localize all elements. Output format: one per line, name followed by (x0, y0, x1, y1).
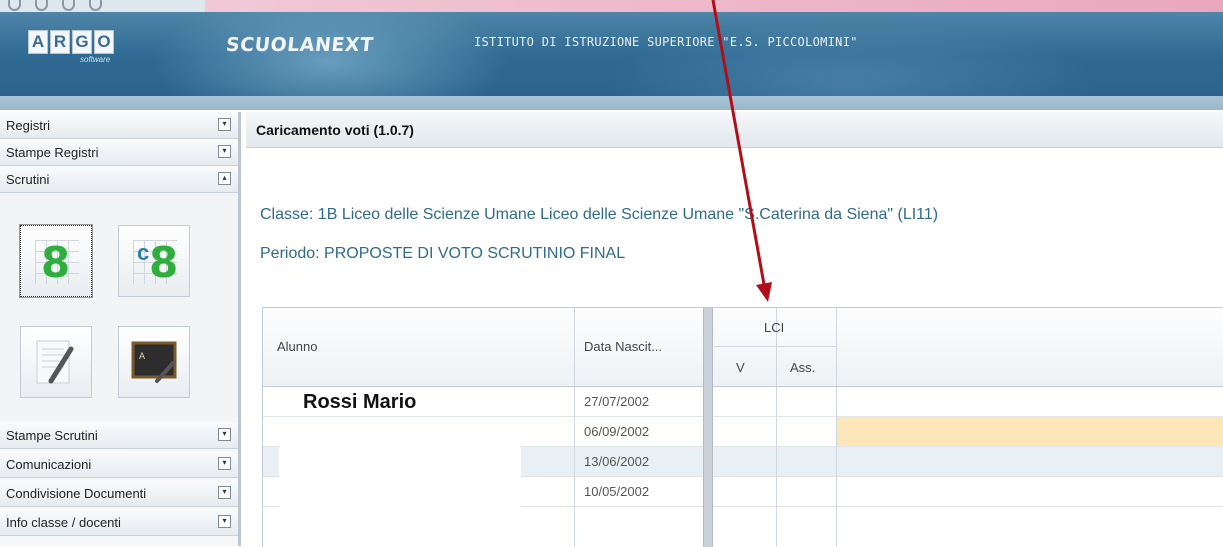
redaction-box (279, 420, 521, 520)
blackboard-icon: A (131, 341, 177, 383)
birth-date: 13/06/2002 (584, 454, 650, 469)
classe-info: Classe: 1B Liceo delle Scienze Umane Lic… (260, 206, 939, 223)
sidebar-item-label: Stampe Registri (6, 145, 99, 160)
periodo-info: Periodo: PROPOSTE DI VOTO SCRUTINIO FINA… (260, 245, 626, 262)
sidebar-item-comunicazioni[interactable]: Comunicazioni ▾ (0, 451, 238, 478)
app-brand: SCUOLANEXT (224, 34, 375, 56)
sidebar-item-scrutini[interactable]: Scrutini ▴ (0, 166, 238, 193)
birth-date: 27/07/2002 (584, 394, 650, 409)
sidebar-item-info-classe[interactable]: Info classe / docenti ▾ (0, 509, 238, 536)
expand-icon[interactable]: ▾ (218, 145, 231, 158)
sidebar: Registri ▾ Stampe Registri ▾ Scrutini ▴ … (0, 112, 241, 546)
argo-logo: A R G O (28, 30, 114, 54)
column-header-data-nascita[interactable]: Data Nascit... (584, 339, 662, 354)
column-splitter[interactable] (703, 308, 713, 547)
caricamento-voti-button[interactable]: 8 (19, 224, 93, 298)
svg-text:A: A (139, 351, 145, 361)
active-tab-bar (205, 0, 1223, 12)
column-header-assenze[interactable]: Ass. (790, 360, 815, 375)
grid-header: Alunno Data Nascit... LCI V Ass. (263, 308, 1223, 387)
logo-subtitle: software (80, 55, 111, 64)
scrutini-icon-panel: 8 c 8 A (0, 193, 238, 418)
grade-eight-icon: 8 (149, 238, 179, 287)
pencil-document-icon (36, 340, 74, 384)
expand-icon[interactable]: ▾ (218, 118, 231, 131)
sidebar-item-condivisione-documenti[interactable]: Condivisione Documenti ▾ (0, 480, 238, 507)
sidebar-item-label: Condivisione Documenti (6, 486, 147, 501)
sidebar-item-label: Scrutini (6, 172, 50, 187)
sidebar-item-label: Registri (6, 118, 51, 133)
sidebar-item-label: Stampe Scrutini (6, 428, 98, 443)
expand-icon[interactable]: ▾ (218, 486, 231, 499)
sidebar-item-stampe-registri[interactable]: Stampe Registri ▾ (0, 139, 238, 166)
column-group-lci: LCI (764, 320, 785, 335)
school-name: ISTITUTO DI ISTRUZIONE SUPERIORE "E.S. P… (474, 35, 858, 49)
sidebar-item-stampe-scrutini[interactable]: Stampe Scrutini ▾ (0, 422, 238, 449)
tab-icons (8, 0, 102, 12)
expand-icon[interactable]: ▾ (218, 457, 231, 470)
giudizi-button[interactable] (20, 326, 92, 398)
panel-title-bar: Caricamento voti (1.0.7) (246, 112, 1223, 148)
logo-letter: R (50, 30, 70, 54)
column-header-voto[interactable]: V (736, 360, 745, 375)
main-panel: Caricamento voti (1.0.7) Classe: 1B Lice… (246, 112, 1223, 547)
birth-date: 10/05/2002 (584, 484, 650, 499)
logo-letter: G (72, 30, 92, 54)
collapse-icon[interactable]: ▴ (218, 172, 231, 185)
voti-grid: Alunno Data Nascit... LCI V Ass. Rossi M… (262, 307, 1223, 547)
birth-date: 06/09/2002 (584, 424, 650, 439)
import-voti-button[interactable]: c 8 (118, 225, 190, 297)
student-name: Rossi Mario (303, 391, 417, 413)
lavagna-button[interactable]: A (118, 326, 190, 398)
column-header-alunno[interactable]: Alunno (277, 339, 317, 354)
sidebar-item-label: Comunicazioni (6, 457, 92, 472)
expand-icon[interactable]: ▾ (218, 515, 231, 528)
table-row[interactable]: Rossi Mario 27/07/2002 (263, 387, 1223, 417)
expand-icon[interactable]: ▾ (218, 428, 231, 441)
sidebar-item-registri[interactable]: Registri ▾ (0, 112, 238, 139)
refresh-icon: c (137, 240, 150, 265)
page-title: Caricamento voti (1.0.7) (256, 122, 414, 138)
logo-letter: O (94, 30, 114, 54)
grade-eight-icon: 8 (41, 238, 71, 287)
logo-letter: A (28, 30, 48, 54)
app-header: A R G O software SCUOLANEXT ISTITUTO DI … (0, 12, 1223, 110)
sidebar-item-label: Info classe / docenti (6, 515, 121, 530)
